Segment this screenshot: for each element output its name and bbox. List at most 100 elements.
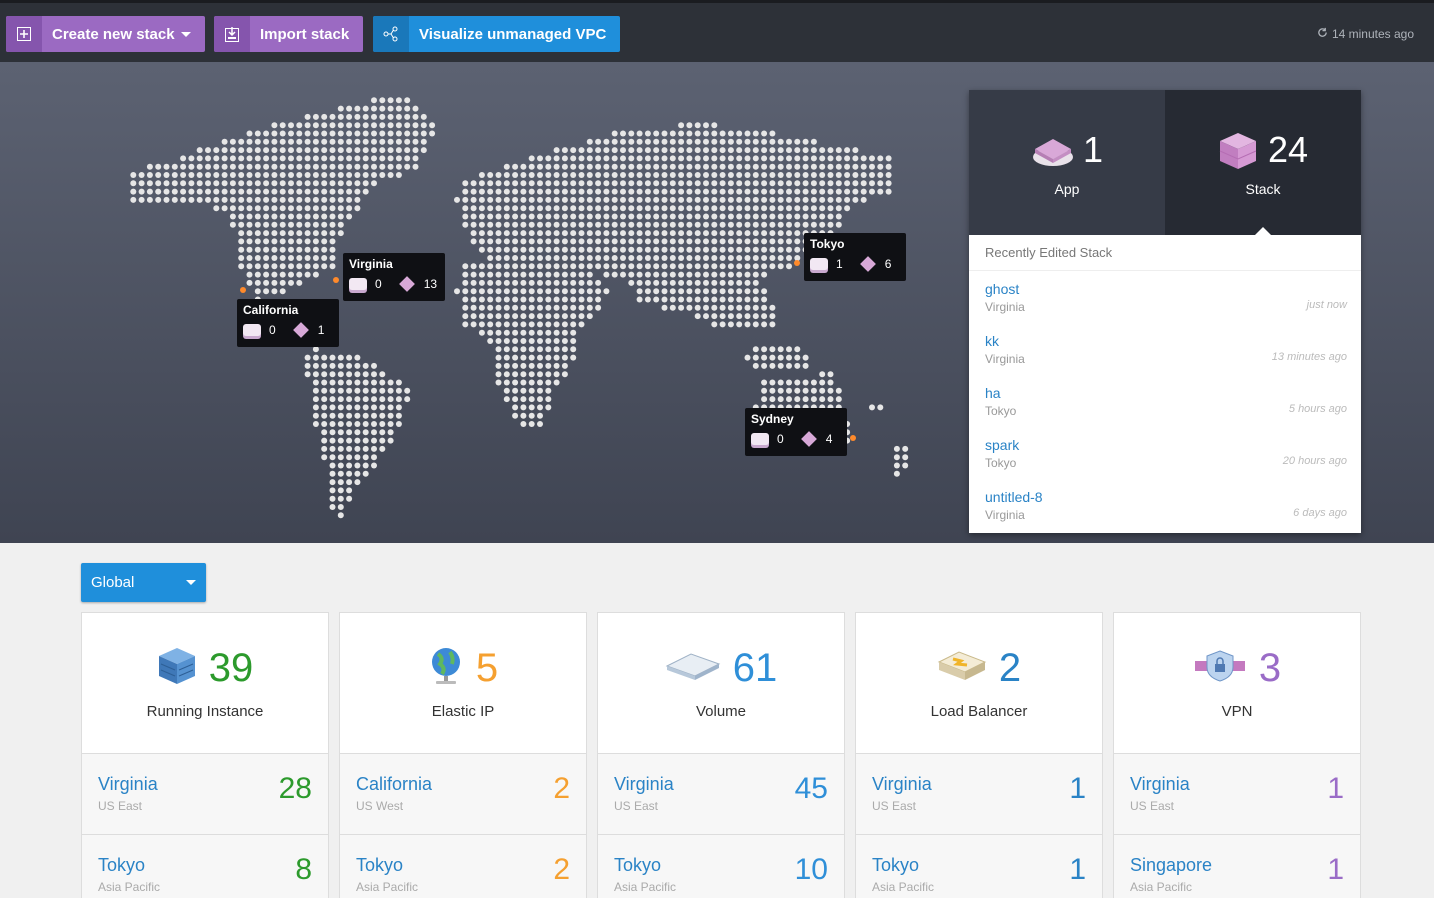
map-dot (478, 271, 485, 278)
stack-name-link[interactable]: kk (985, 333, 1345, 349)
map-dot (752, 155, 759, 162)
region-marker-california[interactable] (240, 287, 246, 293)
stack-name-link[interactable]: ghost (985, 281, 1345, 297)
map-dot (537, 180, 543, 187)
map-dot (644, 188, 651, 195)
map-dot (354, 479, 361, 486)
region-popup-virginia[interactable]: Virginia 0 13 (343, 253, 445, 301)
map-dot (163, 180, 170, 187)
stack-name-link[interactable]: ha (985, 385, 1345, 401)
map-dot (703, 279, 709, 286)
map-dot (329, 470, 336, 477)
map-dot (478, 296, 485, 303)
map-dot (786, 396, 792, 403)
map-dot (786, 362, 792, 369)
visualize-vpc-button[interactable]: Visualize unmanaged VPC (373, 16, 621, 52)
map-dot (337, 429, 344, 436)
map-dot (537, 188, 543, 195)
card-region-row[interactable]: Tokyo Asia Pacific 10 (598, 835, 844, 898)
map-dot (686, 238, 693, 245)
map-dot (528, 263, 535, 270)
map-dot (478, 196, 485, 203)
refresh-status[interactable]: 14 minutes ago (1317, 27, 1414, 41)
region-link[interactable]: California (356, 774, 570, 795)
stack-tab[interactable]: 24 Stack (1165, 90, 1361, 236)
map-dot (296, 230, 303, 237)
card-region-row[interactable]: Virginia US East 28 (82, 754, 328, 835)
map-dot (786, 213, 792, 220)
card-region-row[interactable]: Tokyo Asia Pacific 2 (340, 835, 586, 898)
map-dot (329, 412, 336, 419)
map-dot (661, 263, 668, 270)
map-dot (819, 196, 826, 203)
map-dot (487, 263, 494, 270)
map-dot (279, 238, 286, 245)
map-dot (736, 296, 743, 303)
map-dot (570, 263, 577, 270)
map-dot (246, 188, 253, 195)
region-popup-tokyo[interactable]: Tokyo 16 (804, 233, 906, 281)
map-dot (420, 130, 427, 137)
map-dot (395, 412, 402, 419)
map-dot (271, 180, 278, 187)
region-link[interactable]: Tokyo (98, 855, 312, 876)
region-link[interactable]: Virginia (872, 774, 1086, 795)
region-marker-tokyo[interactable] (794, 260, 800, 266)
stack-name-link[interactable]: untitled-8 (985, 489, 1345, 505)
create-stack-button[interactable]: Create new stack (6, 16, 205, 52)
card-region-row[interactable]: Virginia US East 1 (1114, 754, 1360, 835)
map-dot (703, 296, 709, 303)
region-filter-dropdown[interactable]: Global (81, 563, 206, 602)
recent-stack-item[interactable]: ghost Virginia just now (969, 271, 1361, 323)
region-link[interactable]: Tokyo (356, 855, 570, 876)
recent-stack-item[interactable]: untitled-8 Virginia 6 days ago (969, 479, 1361, 531)
map-dot (528, 246, 535, 253)
map-dot (221, 180, 228, 187)
app-tab[interactable]: 1 App (969, 90, 1165, 235)
map-dot (221, 205, 228, 212)
map-dot (312, 396, 319, 403)
import-stack-button[interactable]: Import stack (214, 16, 364, 52)
card-region-row[interactable]: Tokyo Asia Pacific 1 (856, 835, 1102, 898)
map-dot (503, 379, 510, 386)
map-dot (395, 113, 402, 120)
map-dot (636, 172, 643, 178)
map-dot (329, 238, 336, 245)
region-marker-sydney[interactable] (850, 435, 856, 441)
region-popup-sydney[interactable]: Sydney 04 (745, 408, 847, 456)
region-marker-virginia[interactable] (333, 277, 339, 283)
map-dot (752, 221, 759, 228)
card-region-row[interactable]: California US West 2 (340, 754, 586, 835)
map-dot (470, 238, 477, 245)
map-dot (487, 271, 494, 278)
card-region-row[interactable]: Singapore Asia Pacific 1 (1114, 835, 1360, 898)
map-dot (495, 213, 502, 220)
region-link[interactable]: Tokyo (872, 855, 1086, 876)
map-dot (736, 279, 743, 286)
map-dot (321, 213, 328, 220)
region-link[interactable]: Singapore (1130, 855, 1344, 876)
recent-stack-item[interactable]: spark Tokyo 20 hours ago (969, 427, 1361, 479)
card-region-row[interactable]: Virginia US East 1 (856, 754, 1102, 835)
map-dot (545, 371, 552, 378)
map-dot (346, 163, 353, 170)
recent-stack-item[interactable]: ha Tokyo 5 hours ago (969, 375, 1361, 427)
recent-stack-item[interactable]: kk Virginia 13 minutes ago (969, 323, 1361, 375)
map-dot (503, 338, 510, 344)
map-dot (246, 205, 253, 212)
card-region-row[interactable]: Virginia US East 45 (598, 754, 844, 835)
map-dot (279, 221, 286, 228)
stack-name-link[interactable]: spark (985, 437, 1345, 453)
map-dot (860, 188, 867, 195)
map-dot (669, 138, 676, 145)
map-dot (395, 122, 402, 129)
region-popup-california[interactable]: California 01 (237, 299, 339, 347)
map-dot (171, 172, 178, 178)
map-dot (769, 196, 776, 203)
map-dot (304, 155, 311, 162)
card-region-row[interactable]: Tokyo Asia Pacific 8 (82, 835, 328, 898)
map-dot (678, 255, 685, 261)
region-link[interactable]: Virginia (1130, 774, 1344, 795)
map-dot (827, 387, 834, 394)
card-volume: 61 Volume Virginia US East 45 Tokyo Asia… (597, 612, 845, 898)
